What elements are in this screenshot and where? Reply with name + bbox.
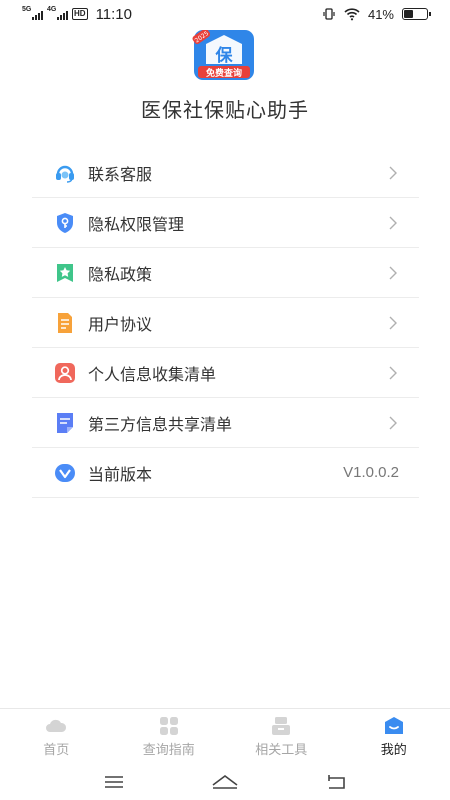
menu-label: 隐私政策: [88, 266, 153, 284]
menu-label: 当前版本: [88, 466, 153, 484]
chevron-right-icon: [389, 366, 397, 379]
menu-label: 第三方信息共享清单: [88, 416, 233, 434]
person-icon: [55, 362, 75, 383]
bookmark-star-icon: [57, 263, 73, 282]
menu-label: 隐私权限管理: [88, 216, 185, 234]
shield-key-icon: [57, 212, 73, 233]
cloud-icon: [46, 719, 67, 732]
headset-icon: [56, 165, 74, 183]
note-icon: [57, 412, 73, 433]
settings-menu: 联系客服 隐私权限管理 隐私政策 用户协议 个人信息收集清单 第三方信息共享清单…: [32, 148, 419, 498]
profile-icon: [384, 716, 403, 734]
grid-icon: [159, 716, 178, 735]
battery-icon: [402, 8, 431, 20]
status-left: 5G 4G HD 11:10: [22, 6, 132, 23]
menu-item-personal-info-list[interactable]: 个人信息收集清单: [32, 348, 419, 398]
tab-label: 我的: [380, 741, 407, 757]
tab-tools[interactable]: 相关工具: [225, 709, 338, 764]
menu-label: 用户协议: [88, 316, 153, 334]
clock: 11:10: [95, 5, 132, 23]
signal-5g-icon: 5G: [22, 6, 43, 20]
system-nav-bar: [0, 764, 450, 800]
status-bar: 5G 4G HD 11:10 41%: [0, 0, 450, 28]
version-icon: [55, 463, 75, 482]
app-name: 医保社保贴心助手: [141, 100, 309, 122]
tab-mine[interactable]: 我的: [338, 709, 450, 764]
battery-percent: 41%: [367, 6, 394, 22]
version-value: V1.0.0.2: [343, 464, 399, 481]
logo-char: 保: [215, 45, 234, 66]
tab-query-guide[interactable]: 查询指南: [113, 709, 226, 764]
chevron-right-icon: [389, 266, 397, 279]
tab-home[interactable]: 首页: [0, 709, 113, 764]
hd-badge: HD: [72, 8, 88, 20]
vibrate-icon: [323, 8, 335, 20]
signal-4g-icon: 4G: [47, 6, 68, 20]
menu-item-customer-service[interactable]: 联系客服: [32, 148, 419, 198]
bottom-tab-bar: 首页 查询指南 相关工具 我的: [0, 708, 450, 764]
menu-item-user-agreement[interactable]: 用户协议: [32, 298, 419, 348]
document-icon: [58, 312, 72, 333]
app-logo: 保 免费查询 2025: [192, 28, 256, 80]
home-icon[interactable]: [210, 773, 240, 791]
chevron-right-icon: [389, 416, 397, 429]
tools-icon: [272, 716, 291, 735]
menu-item-current-version[interactable]: 当前版本 V1.0.0.2: [32, 448, 419, 498]
status-right: 41%: [322, 6, 431, 22]
tab-label: 首页: [43, 741, 70, 757]
tab-label: 查询指南: [142, 741, 195, 757]
chevron-right-icon: [389, 166, 397, 179]
menu-icon[interactable]: [102, 773, 126, 791]
wifi-icon: [344, 8, 360, 21]
menu-item-third-party-sharing[interactable]: 第三方信息共享清单: [32, 398, 419, 448]
tab-label: 相关工具: [255, 741, 308, 757]
chevron-right-icon: [389, 316, 397, 329]
chevron-right-icon: [389, 216, 397, 229]
menu-item-privacy-policy[interactable]: 隐私政策: [32, 248, 419, 298]
menu-label: 个人信息收集清单: [88, 366, 217, 384]
back-icon[interactable]: [324, 773, 348, 791]
menu-label: 联系客服: [88, 166, 153, 184]
menu-item-privacy-permissions[interactable]: 隐私权限管理: [32, 198, 419, 248]
logo-badge: 免费查询: [206, 67, 242, 79]
